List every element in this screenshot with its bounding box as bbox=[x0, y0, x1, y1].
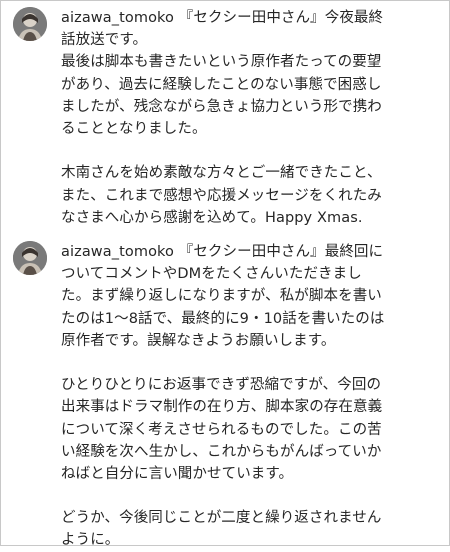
caption-line: ひとりひとりにお返事できず恐縮ですが、今回の bbox=[61, 377, 382, 394]
caption-line: い経験を次へ生かし、これからもがんばっていか bbox=[61, 443, 382, 460]
caption-head: 『セクシー田中さん』最終回に bbox=[174, 244, 384, 260]
caption-line: ましたが、残念ながら急きょ協力という形で携わ bbox=[61, 98, 382, 115]
caption-first-line: aizawa_tomoko 『セクシー田中さん』今夜最終 bbox=[61, 7, 445, 29]
avatar-photo-icon bbox=[13, 241, 47, 275]
caption-line: た。まず繰り返しになりますが、私が脚本を書い bbox=[61, 288, 382, 305]
caption-line: があり、過去に経験したことのない事態で困惑し bbox=[61, 76, 382, 93]
caption-text: aizawa_tomoko 『セクシー田中さん』最終回に ついてコメントやDMを… bbox=[61, 241, 445, 552]
avatar-photo-icon bbox=[13, 7, 47, 41]
caption-line: 話放送です。 bbox=[61, 32, 148, 49]
caption-line: たのは1〜8話で、最終的に9・10話を書いたのは bbox=[61, 310, 385, 327]
screenshot-frame: aizawa_tomoko 『セクシー田中さん』今夜最終 話放送です。 最後は脚… bbox=[0, 0, 450, 548]
caption-line: 最後は脚本も書きたいという原作者たっての要望 bbox=[61, 54, 382, 71]
caption-line: ように。 bbox=[61, 532, 120, 549]
username-link[interactable]: aizawa_tomoko bbox=[61, 10, 174, 26]
caption-line: ついてコメントやDMをたくさんいただきまし bbox=[61, 266, 362, 283]
caption-head: 『セクシー田中さん』今夜最終 bbox=[174, 10, 384, 26]
avatar[interactable] bbox=[13, 241, 47, 275]
caption-first-line: aizawa_tomoko 『セクシー田中さん』最終回に bbox=[61, 241, 445, 263]
caption-line: また、これまで感想や応援メッセージをくれたみ bbox=[61, 187, 382, 204]
caption-line: 木南さんを始め素敵な方々とご一緒できたこと、 bbox=[61, 165, 382, 182]
caption-text: aizawa_tomoko 『セクシー田中さん』今夜最終 話放送です。 最後は脚… bbox=[61, 7, 445, 229]
caption-line: どうか、今後同じことが二度と繰り返されません bbox=[61, 510, 382, 527]
caption-line: なさまへ心から感謝を込めて。Happy Xmas. bbox=[61, 209, 363, 226]
username-link[interactable]: aizawa_tomoko bbox=[61, 244, 174, 260]
caption-line: 原作者です。誤解なきようお願いします。 bbox=[61, 332, 336, 349]
caption-line: 出来事はドラマ制作の在り方、脚本家の存在意義 bbox=[61, 399, 383, 416]
caption-line: ねばと自分に言い聞かせています。 bbox=[61, 465, 294, 482]
avatar[interactable] bbox=[13, 7, 47, 41]
caption-line: ることとなりました。 bbox=[61, 120, 207, 137]
caption-line: について深く考えさせられるものでした。この苦 bbox=[61, 421, 382, 438]
